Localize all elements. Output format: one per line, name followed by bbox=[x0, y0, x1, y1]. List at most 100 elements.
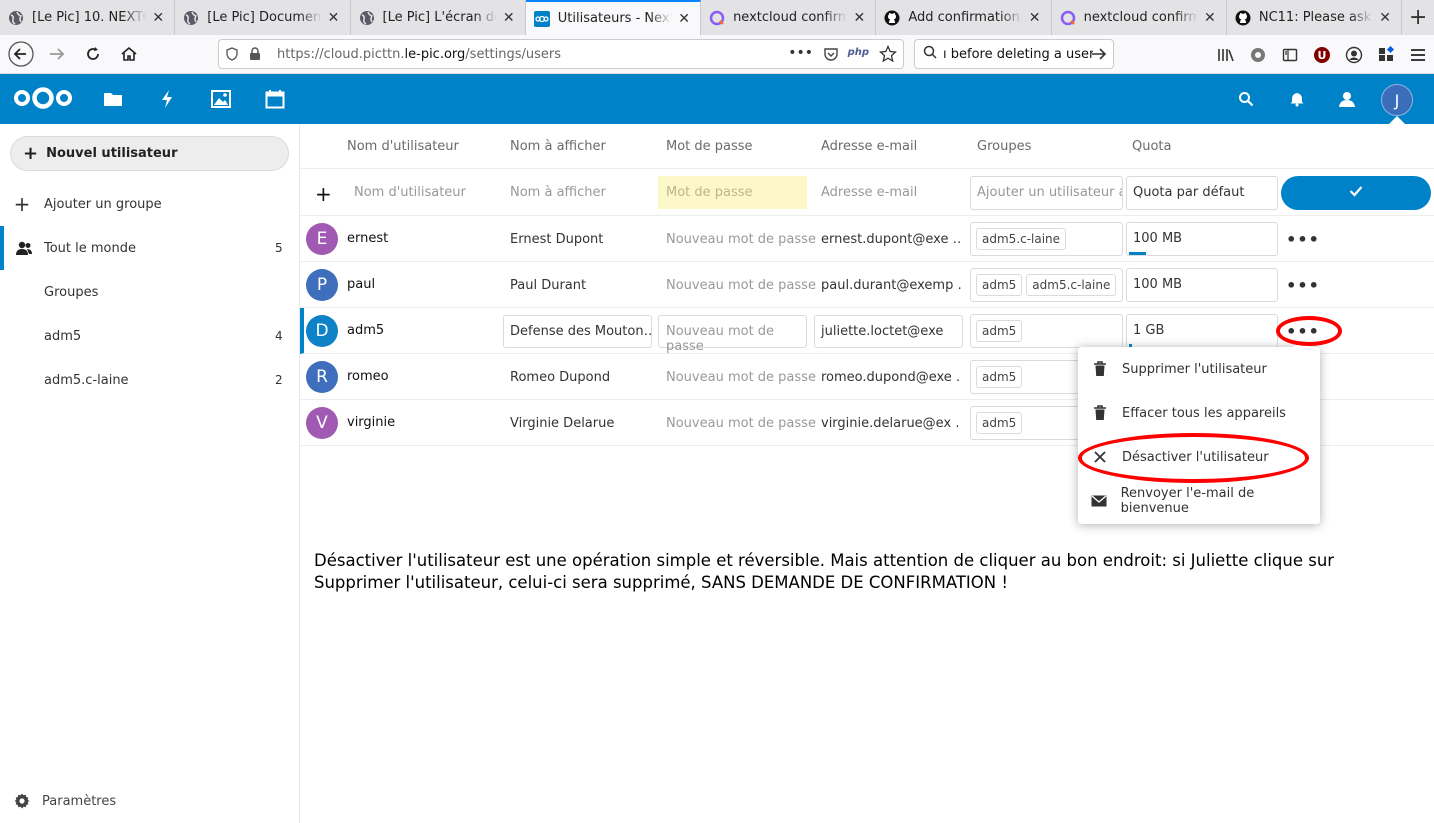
new-user-button[interactable]: + Nouvel utilisateur bbox=[10, 136, 289, 171]
password-field[interactable]: Nouveau mot de passe bbox=[666, 232, 816, 247]
arrow-right-icon[interactable] bbox=[1091, 46, 1107, 66]
shield-icon[interactable] bbox=[219, 47, 245, 61]
new-tab-button[interactable]: + bbox=[1402, 0, 1434, 35]
new-password-input[interactable]: Mot de passe bbox=[658, 176, 807, 209]
menu-item-resend-email[interactable]: Renvoyer l'e-mail de bienvenue bbox=[1078, 479, 1320, 523]
gear-extension-icon[interactable] bbox=[1242, 46, 1274, 64]
sidebar-item-adm5-c-laine[interactable]: adm5.c-laine 2 bbox=[0, 358, 299, 402]
browser-tab[interactable]: [Le Pic] L'écran de connexion ✕ bbox=[351, 0, 526, 35]
close-tab-icon[interactable]: ✕ bbox=[501, 10, 517, 26]
forward-button[interactable] bbox=[42, 39, 72, 69]
pocket-icon[interactable] bbox=[823, 46, 839, 66]
display-name[interactable]: Romeo Dupond bbox=[510, 370, 610, 385]
account-icon[interactable] bbox=[1338, 46, 1370, 64]
menu-icon[interactable] bbox=[1402, 48, 1434, 62]
groups-field[interactable]: adm5 bbox=[970, 314, 1123, 348]
groups-field[interactable]: adm5 adm5.c-laine bbox=[970, 268, 1123, 302]
quota-field[interactable]: 1 GB bbox=[1126, 314, 1278, 348]
display-name[interactable]: Paul Durant bbox=[510, 278, 586, 293]
library-icon[interactable] bbox=[1210, 47, 1242, 63]
calendar-icon[interactable] bbox=[263, 87, 287, 111]
home-button[interactable] bbox=[114, 39, 144, 69]
reload-button[interactable] bbox=[78, 39, 108, 69]
new-email-input[interactable]: Adresse e-mail bbox=[821, 185, 917, 200]
menu-item-disable-user[interactable]: Désactiver l'utilisateur bbox=[1078, 435, 1320, 479]
display-name-input[interactable]: Defense des Mouton… bbox=[503, 315, 652, 348]
more-actions-icon[interactable]: ••• bbox=[1286, 229, 1319, 249]
email-field[interactable]: virginie.delarue@ex … bbox=[821, 416, 961, 431]
sidebar-item-everyone[interactable]: Tout le monde 5 bbox=[0, 226, 299, 270]
email-field[interactable]: romeo.dupond@exe … bbox=[821, 370, 961, 385]
new-username-input[interactable]: Nom d'utilisateur bbox=[354, 185, 466, 200]
sidebar-item-adm5[interactable]: adm5 4 bbox=[0, 314, 299, 358]
tab-label: Utilisateurs - Nextcloud bbox=[557, 11, 673, 26]
back-button[interactable] bbox=[6, 39, 36, 69]
email-input[interactable]: juliette.loctet@exe bbox=[814, 315, 963, 348]
col-display-name[interactable]: Nom à afficher bbox=[510, 139, 606, 154]
settings-button[interactable]: Paramètres bbox=[0, 790, 299, 812]
quota-field[interactable]: 100 MB bbox=[1126, 268, 1278, 302]
password-field[interactable]: Nouveau mot de passe bbox=[666, 278, 816, 293]
menu-item-wipe-devices[interactable]: Effacer tous les appareils bbox=[1078, 391, 1320, 435]
password-field[interactable]: Nouveau mot de passe bbox=[666, 416, 816, 431]
password-field[interactable]: Nouveau mot de passe bbox=[666, 370, 816, 385]
add-group-button[interactable]: + Ajouter un groupe bbox=[0, 182, 299, 226]
username: adm5 bbox=[347, 323, 385, 338]
browser-tab[interactable]: [Le Pic] Documentation ✕ bbox=[175, 0, 351, 35]
lock-icon[interactable] bbox=[245, 47, 265, 61]
mail-icon bbox=[1078, 495, 1121, 507]
new-display-name-input[interactable]: Nom à afficher bbox=[510, 185, 606, 200]
display-name[interactable]: Ernest Dupont bbox=[510, 232, 603, 247]
contacts-icon[interactable] bbox=[1335, 87, 1359, 111]
sidebar-icon[interactable] bbox=[1274, 47, 1306, 63]
email-field[interactable]: ernest.dupont@exe … bbox=[821, 232, 961, 247]
browser-tab-active[interactable]: Utilisateurs - Nextcloud ✕ bbox=[525, 0, 702, 35]
avatar: E bbox=[306, 223, 338, 255]
url-bar[interactable]: https://cloud.picttn.le-pic.org/settings… bbox=[218, 39, 904, 69]
nextcloud-icon bbox=[533, 10, 550, 27]
popover-caret bbox=[1293, 338, 1311, 347]
more-actions-icon[interactable]: ••• bbox=[1286, 275, 1319, 295]
search-icon[interactable] bbox=[1234, 87, 1258, 111]
browser-tab[interactable]: NC11: Please ask for confirmation ✕ bbox=[1227, 0, 1403, 35]
page-actions-icon[interactable]: ••• bbox=[788, 45, 813, 61]
close-tab-icon[interactable]: ✕ bbox=[150, 10, 166, 26]
groups-heading-label: Groupes bbox=[44, 284, 99, 300]
php-badge[interactable]: php bbox=[848, 47, 869, 58]
gear-icon bbox=[0, 793, 44, 809]
browser-tab[interactable]: nextcloud confirmation ✕ bbox=[1052, 0, 1227, 35]
browser-tab[interactable]: [Le Pic] 10. NEXTCLOUD ✕ bbox=[0, 0, 176, 35]
ublock-icon[interactable]: U bbox=[1306, 46, 1338, 64]
close-icon bbox=[1078, 451, 1122, 463]
close-tab-icon[interactable]: ✕ bbox=[1202, 10, 1218, 26]
browser-tab[interactable]: Add confirmation dialog ✕ bbox=[876, 0, 1052, 35]
extensions-icon[interactable] bbox=[1370, 45, 1402, 64]
email-field[interactable]: paul.durant@exemp … bbox=[821, 278, 961, 293]
close-tab-icon[interactable]: ✕ bbox=[1377, 10, 1393, 26]
plus-icon: + bbox=[23, 143, 39, 164]
groups-field[interactable]: adm5.c-laine bbox=[970, 222, 1123, 256]
close-tab-icon[interactable]: ✕ bbox=[676, 11, 692, 27]
close-tab-icon[interactable]: ✕ bbox=[851, 10, 867, 26]
new-quota-select[interactable]: Quota par défaut bbox=[1126, 176, 1278, 210]
close-tab-icon[interactable]: ✕ bbox=[1027, 10, 1043, 26]
password-input[interactable]: Nouveau mot de passe bbox=[658, 315, 807, 354]
user-avatar[interactable]: J bbox=[1381, 84, 1413, 116]
photos-image-icon[interactable] bbox=[209, 87, 233, 111]
bookmark-star-icon[interactable] bbox=[878, 44, 898, 67]
menu-item-delete-user[interactable]: Supprimer l'utilisateur bbox=[1078, 347, 1320, 391]
search-bar[interactable]: ı before deleting a user bbox=[914, 39, 1114, 69]
notifications-bell-icon[interactable] bbox=[1285, 87, 1309, 111]
confirm-new-user-button[interactable] bbox=[1281, 176, 1431, 210]
col-username[interactable]: Nom d'utilisateur bbox=[347, 139, 459, 154]
new-groups-input[interactable]: Ajouter un utilisateur au bbox=[970, 176, 1123, 210]
quota-field[interactable]: 100 MB bbox=[1126, 222, 1278, 256]
browser-tab[interactable]: nextcloud confirmation ✕ bbox=[701, 0, 877, 35]
url-path: /settings/users bbox=[465, 46, 562, 62]
browser-nav-bar: https://cloud.picttn.le-pic.org/settings… bbox=[0, 35, 1434, 74]
display-name[interactable]: Virginie Delarue bbox=[510, 416, 614, 431]
nextcloud-logo-icon[interactable] bbox=[12, 86, 74, 110]
activity-bolt-icon[interactable] bbox=[155, 87, 179, 111]
files-folder-icon[interactable] bbox=[101, 87, 125, 111]
close-tab-icon[interactable]: ✕ bbox=[326, 10, 342, 26]
